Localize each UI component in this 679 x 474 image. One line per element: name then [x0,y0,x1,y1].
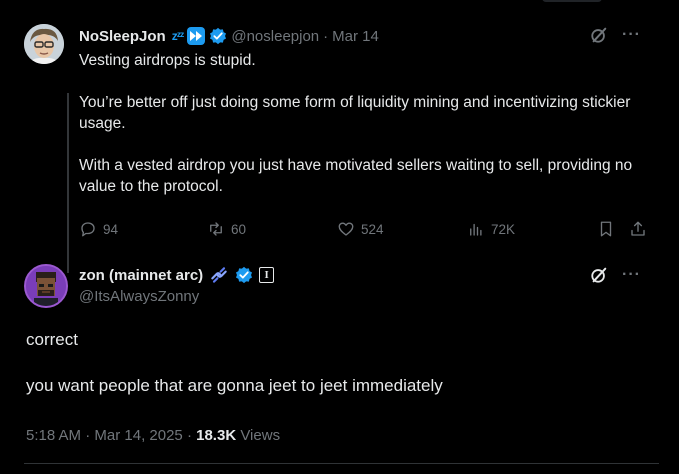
meta-dot: · [85,427,91,444]
bookmark-icon[interactable] [597,220,615,238]
share-actions [597,220,647,238]
more-icon[interactable]: ··· [622,267,641,283]
grok-icon[interactable] [590,266,608,284]
affiliate-badge[interactable]: I [259,267,275,283]
reply-paragraph: correct [26,330,78,349]
sleep-emoji: zᶻᶻ [171,29,185,43]
like-button[interactable]: 524 [337,220,467,238]
grok-icon[interactable] [590,26,608,44]
handle[interactable]: @nosleepjon [231,28,319,45]
thread-line [67,93,69,273]
views-label: Views [240,427,281,444]
avatar[interactable] [24,264,68,308]
tweet-date[interactable]: Mar 14 [332,28,379,45]
separator-dot: · [323,27,329,45]
tweet-paragraph: Vesting airdrops is stupid. [79,52,256,69]
tweet-time[interactable]: 5:18 AM [26,427,81,444]
chain-link-icon [211,267,227,283]
analytics-icon [470,223,482,236]
more-icon[interactable]: ··· [622,27,641,43]
display-name[interactable]: NoSleepJon [79,28,166,45]
repost-count: 60 [231,221,247,237]
verified-badge-icon [210,27,227,45]
like-count: 524 [361,221,384,237]
reply-header: zon (mainnet arc) I [79,264,275,286]
parent-header-actions: ··· [590,26,641,44]
reply-text: correct you want people that are gonna j… [26,328,646,397]
reply-button[interactable]: 94 [79,220,207,238]
tweet-date[interactable]: Mar 14, 2025 [94,427,182,444]
reply-paragraph: you want people that are gonna jeet to j… [26,376,443,395]
avatar[interactable] [24,24,64,64]
tweet-paragraph: You’re better off just doing some form o… [79,94,631,132]
tweet-metadata: 5:18 AM · Mar 14, 2025 · 18.3K Views [26,427,280,444]
reply-icon [81,222,95,237]
verified-badge-icon [236,266,253,284]
repost-button[interactable]: 60 [207,220,337,238]
divider [24,463,659,464]
views-button[interactable]: 72K [467,220,595,238]
tweet-text: Vesting airdrops is stupid. You’re bette… [79,50,654,197]
fast-forward-icon [187,27,206,45]
meta-dot: · [186,427,192,444]
heart-icon [338,222,354,236]
parent-header: NoSleepJon zᶻᶻ @nosleepjon · Mar 14 [79,24,379,48]
display-name[interactable]: zon (mainnet arc) [79,267,203,284]
reply-count: 94 [103,221,119,237]
reply-header-actions: ··· [590,266,641,284]
tweet-paragraph: With a vested airdrop you just have moti… [79,157,633,195]
share-icon[interactable] [629,220,647,238]
tweet-page: NoSleepJon zᶻᶻ @nosleepjon · Mar 14 ··· [0,0,679,474]
view-count: 72K [491,221,516,237]
views-count: 18.3K [196,427,237,444]
engagement-bar: 94 60 524 72K [79,218,647,240]
top-scroll-pill [542,0,602,2]
handle[interactable]: @ItsAlwaysZonny [79,288,199,305]
repost-icon [210,222,222,236]
